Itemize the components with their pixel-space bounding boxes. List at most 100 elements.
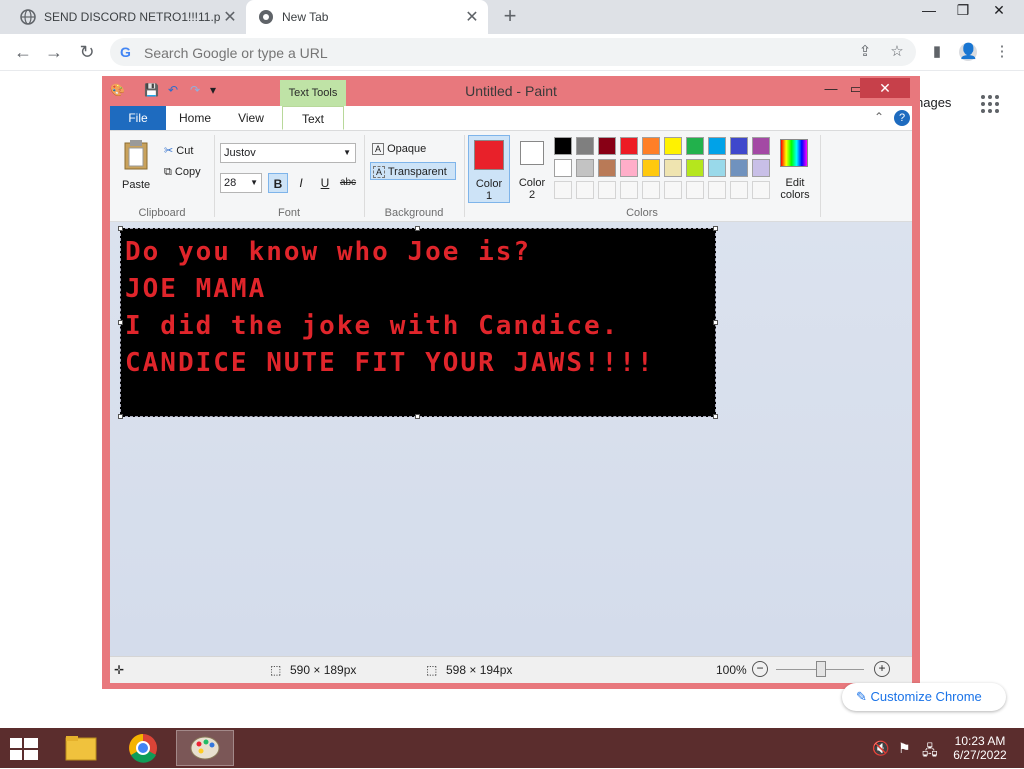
- minimize-icon[interactable]: —: [818, 80, 844, 98]
- custom-color-slot[interactable]: [708, 181, 726, 199]
- apps-grid-icon[interactable]: [980, 94, 1000, 114]
- help-icon[interactable]: ?: [894, 110, 910, 126]
- reload-icon[interactable]: ↻: [76, 42, 98, 62]
- canvas-area[interactable]: Do you know who Joe is? JOE MAMA I did t…: [110, 222, 912, 656]
- palette-swatch[interactable]: [576, 137, 594, 155]
- menu-icon[interactable]: ⋮: [993, 43, 1011, 61]
- share-icon[interactable]: ⇪: [856, 43, 874, 61]
- zoom-in-button[interactable]: +: [874, 661, 890, 677]
- custom-color-slot[interactable]: [664, 181, 682, 199]
- tab-text[interactable]: Text: [282, 106, 344, 130]
- close-icon[interactable]: ✕: [462, 7, 482, 27]
- tab-image[interactable]: SEND DISCORD NETRO1!!!11.png ✕: [8, 0, 246, 34]
- close-icon[interactable]: ✕: [860, 78, 910, 98]
- close-window-icon[interactable]: ✕: [982, 0, 1016, 22]
- copy-button[interactable]: ⧉ Copy: [164, 166, 201, 179]
- taskbar: 🔇 ⚑ 🖧 10:23 AM 6/27/2022: [0, 728, 1024, 768]
- close-icon[interactable]: ✕: [220, 7, 240, 27]
- opaque-button[interactable]: A Opaque: [372, 140, 426, 158]
- underline-button[interactable]: U: [315, 173, 335, 193]
- star-icon[interactable]: ☆: [888, 43, 906, 61]
- custom-color-slot[interactable]: [620, 181, 638, 199]
- palette-swatch[interactable]: [642, 159, 660, 177]
- paste-label[interactable]: Paste: [122, 179, 150, 191]
- taskbar-clock[interactable]: 10:23 AM 6/27/2022: [940, 734, 1020, 762]
- file-explorer-icon[interactable]: [52, 730, 110, 766]
- separator: [464, 135, 465, 217]
- omnibox-input[interactable]: [142, 42, 706, 64]
- tab-file[interactable]: File: [110, 106, 166, 130]
- resize-handle[interactable]: [713, 320, 718, 325]
- custom-color-slot[interactable]: [576, 181, 594, 199]
- custom-color-slot[interactable]: [598, 181, 616, 199]
- bold-button[interactable]: B: [268, 173, 288, 193]
- custom-color-slot[interactable]: [686, 181, 704, 199]
- palette-swatch[interactable]: [752, 159, 770, 177]
- resize-handle[interactable]: [118, 226, 123, 231]
- transparent-button[interactable]: A Transparent: [370, 162, 456, 180]
- chrome-taskbar-icon[interactable]: [114, 730, 172, 766]
- palette-swatch[interactable]: [708, 137, 726, 155]
- strikethrough-button[interactable]: abc: [338, 173, 358, 193]
- palette-swatch[interactable]: [598, 159, 616, 177]
- palette-swatch[interactable]: [576, 159, 594, 177]
- resize-handle[interactable]: [713, 414, 718, 419]
- palette-swatch[interactable]: [664, 137, 682, 155]
- palette-swatch[interactable]: [620, 159, 638, 177]
- color2-button[interactable]: Color 2: [512, 135, 552, 203]
- collapse-ribbon-icon[interactable]: ⌃: [874, 110, 884, 124]
- resize-handle[interactable]: [118, 414, 123, 419]
- resize-handle[interactable]: [415, 414, 420, 419]
- edit-colors-button[interactable]: Edit colors: [774, 135, 816, 203]
- paste-icon[interactable]: [122, 139, 152, 170]
- speaker-muted-icon[interactable]: 🔇: [872, 740, 889, 757]
- network-icon[interactable]: 🖧: [922, 740, 938, 764]
- windows-start-icon[interactable]: [10, 738, 38, 760]
- custom-color-slot[interactable]: [730, 181, 748, 199]
- palette-swatch[interactable]: [730, 159, 748, 177]
- minimize-icon[interactable]: —: [912, 0, 946, 22]
- paint-taskbar-icon[interactable]: [176, 730, 234, 766]
- zoom-out-button[interactable]: −: [752, 661, 768, 677]
- customize-chrome-button[interactable]: ✎ Customize Chrome: [842, 683, 1006, 711]
- palette-swatch[interactable]: [664, 159, 682, 177]
- tab-strip: SEND DISCORD NETRO1!!!11.png ✕ New Tab ✕…: [0, 0, 1024, 34]
- custom-color-slot[interactable]: [554, 181, 572, 199]
- tab-new-tab[interactable]: New Tab ✕: [246, 0, 488, 34]
- canvas[interactable]: Do you know who Joe is? JOE MAMA I did t…: [120, 228, 716, 417]
- omnibox[interactable]: G: [110, 38, 916, 66]
- zoom-slider-thumb[interactable]: [816, 661, 826, 677]
- cut-button[interactable]: ✂ Cut: [164, 144, 193, 157]
- palette-swatch[interactable]: [598, 137, 616, 155]
- custom-color-slot[interactable]: [642, 181, 660, 199]
- new-tab-button[interactable]: +: [498, 5, 522, 29]
- resize-handle[interactable]: [415, 226, 420, 231]
- tab-home[interactable]: Home: [168, 106, 222, 130]
- resize-handle[interactable]: [713, 226, 718, 231]
- images-link[interactable]: nages: [916, 95, 951, 110]
- palette-swatch[interactable]: [554, 137, 572, 155]
- palette-swatch[interactable]: [686, 137, 704, 155]
- notification-flag-icon[interactable]: ⚑: [898, 740, 911, 757]
- restore-icon[interactable]: ❐: [946, 0, 980, 22]
- palette-swatch[interactable]: [554, 159, 572, 177]
- font-group-label: Font: [277, 207, 300, 219]
- custom-color-slot[interactable]: [752, 181, 770, 199]
- forward-icon[interactable]: →: [43, 42, 65, 62]
- profile-icon[interactable]: 👤: [959, 43, 978, 61]
- font-family-select[interactable]: Justov ▼: [220, 143, 356, 163]
- palette-swatch[interactable]: [708, 159, 726, 177]
- image-size-icon: ⬚: [426, 663, 438, 677]
- resize-handle[interactable]: [118, 320, 123, 325]
- palette-swatch[interactable]: [686, 159, 704, 177]
- tab-view[interactable]: View: [224, 106, 278, 130]
- font-size-select[interactable]: 28 ▼: [220, 173, 262, 193]
- palette-swatch[interactable]: [642, 137, 660, 155]
- palette-swatch[interactable]: [752, 137, 770, 155]
- color1-button[interactable]: Color 1: [468, 135, 510, 203]
- side-panel-icon[interactable]: ▮: [928, 43, 946, 61]
- palette-swatch[interactable]: [620, 137, 638, 155]
- back-icon[interactable]: ←: [12, 42, 34, 62]
- palette-swatch[interactable]: [730, 137, 748, 155]
- italic-button[interactable]: I: [291, 173, 311, 193]
